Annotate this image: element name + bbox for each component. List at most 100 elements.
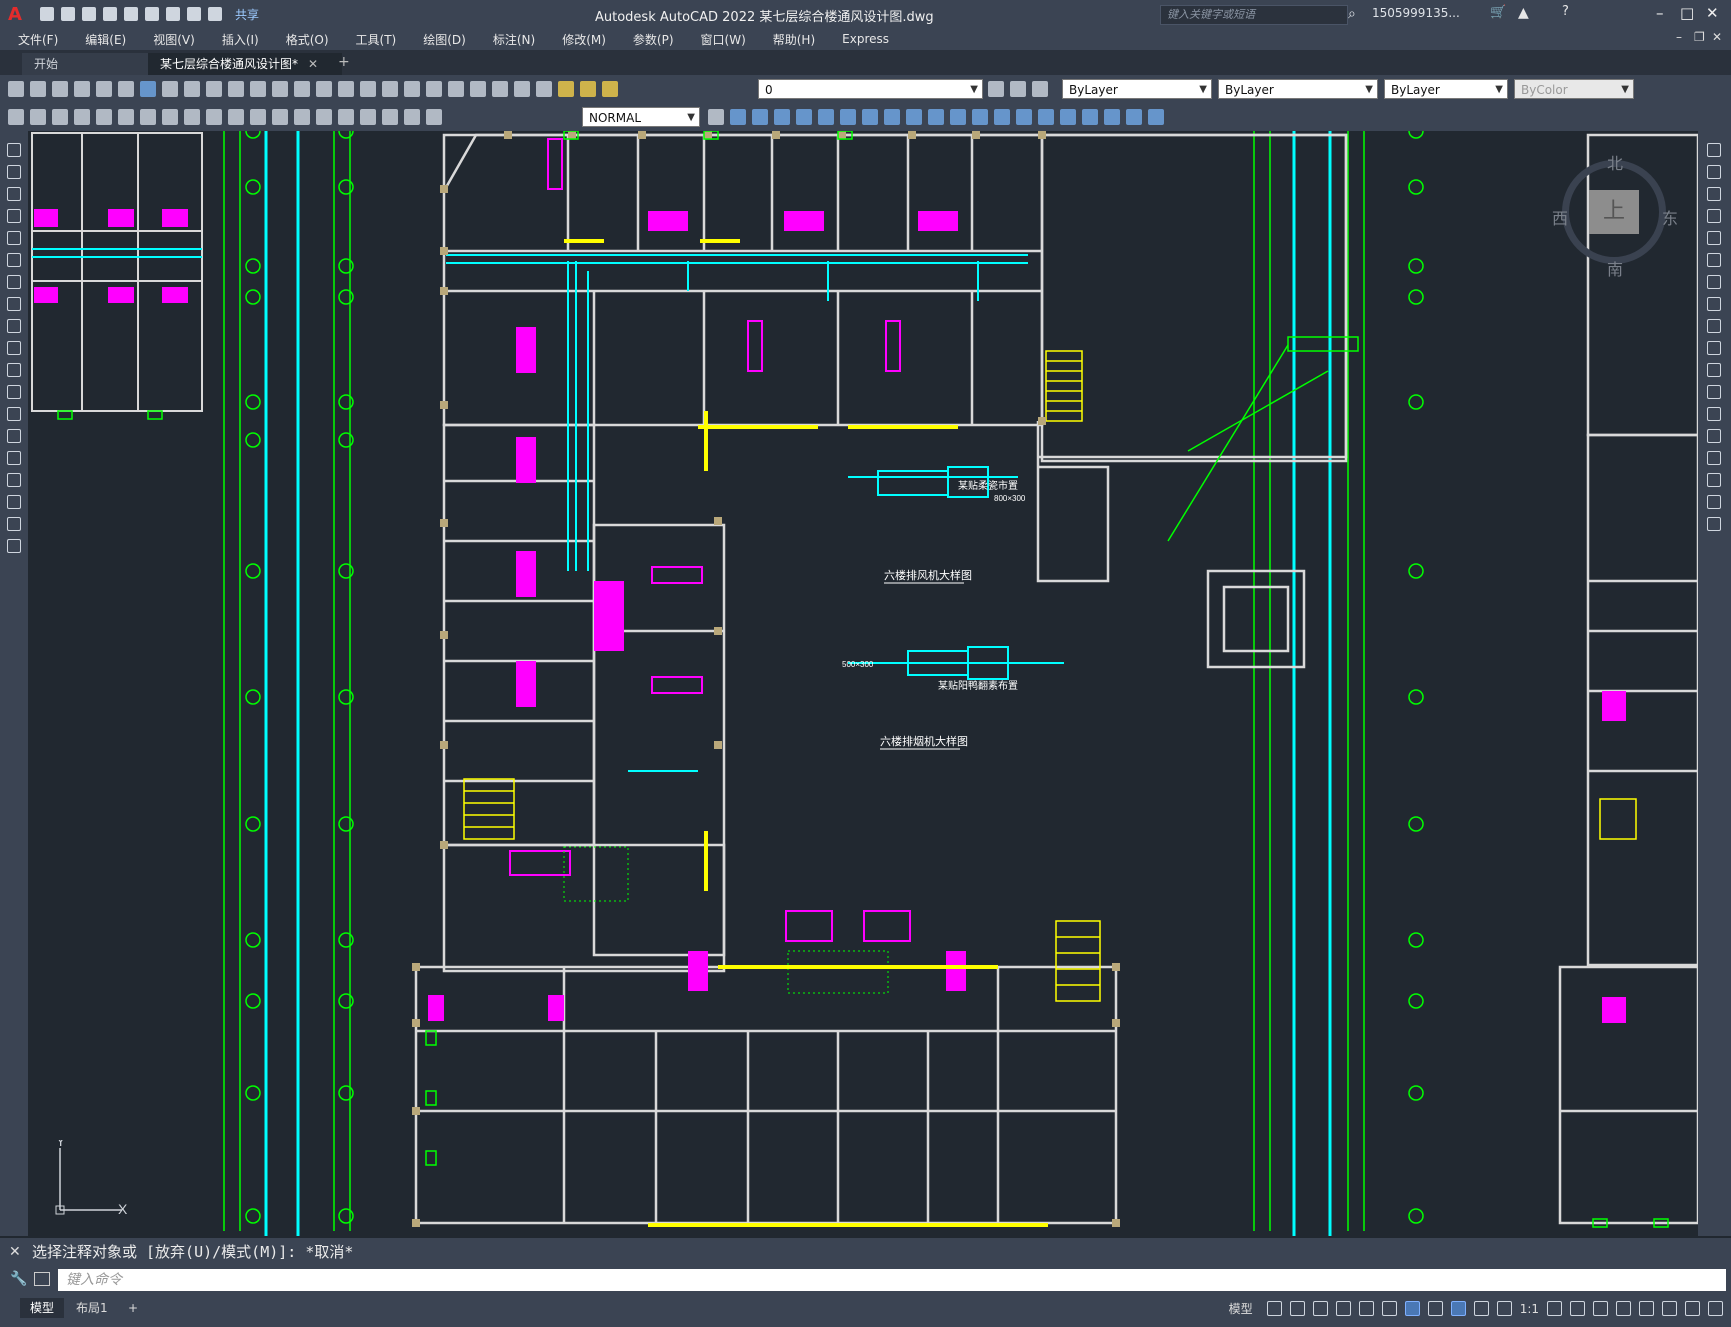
- help-button[interactable]: ?: [1562, 4, 1569, 19]
- open-web-icon[interactable]: [124, 7, 138, 21]
- lineweight-icon[interactable]: [1427, 1301, 1443, 1316]
- circle-icon[interactable]: [7, 275, 21, 289]
- make-current-layer-icon[interactable]: [988, 81, 1004, 97]
- inspection-icon[interactable]: [338, 109, 354, 125]
- gradient-icon[interactable]: [7, 473, 21, 487]
- model-space-toggle[interactable]: 模型: [1229, 1300, 1253, 1317]
- doc-close-icon[interactable]: ✕: [1712, 30, 1722, 44]
- annotation-scale-icon[interactable]: [1496, 1301, 1512, 1316]
- array-tool-icon[interactable]: [1707, 231, 1721, 245]
- menu-window[interactable]: 窗口(W): [701, 31, 746, 48]
- quick-dim-icon[interactable]: [184, 109, 200, 125]
- tab-model[interactable]: 模型: [20, 1298, 65, 1318]
- copy-object-icon[interactable]: [730, 109, 746, 125]
- compass-south[interactable]: 南: [1607, 256, 1623, 280]
- rotate-icon[interactable]: [840, 109, 856, 125]
- calculator-icon[interactable]: [492, 81, 508, 97]
- snap-icon[interactable]: [1289, 1301, 1305, 1316]
- save-icon[interactable]: [82, 7, 96, 21]
- help-icon[interactable]: [514, 81, 530, 97]
- erase-tool-icon[interactable]: [1707, 143, 1721, 157]
- hardware-acceleration-icon[interactable]: [1662, 1301, 1677, 1316]
- compass-east[interactable]: 东: [1662, 205, 1678, 229]
- mtext-icon[interactable]: [7, 539, 21, 553]
- fillet-icon[interactable]: [1016, 109, 1032, 125]
- workspace-gear-icon[interactable]: [1547, 1301, 1562, 1316]
- publish-icon[interactable]: [118, 81, 134, 97]
- viewcube-top-face[interactable]: 上: [1589, 190, 1639, 234]
- trim-icon[interactable]: [906, 109, 922, 125]
- draworder-icon[interactable]: [1126, 109, 1142, 125]
- dim-aligned-icon[interactable]: [30, 109, 46, 125]
- grid-icon[interactable]: [1266, 1301, 1282, 1316]
- chamfer-icon[interactable]: [994, 109, 1010, 125]
- ungroup-icon[interactable]: [1104, 109, 1120, 125]
- close-tab-icon[interactable]: ✕: [308, 57, 318, 71]
- menu-help[interactable]: 帮助(H): [773, 31, 815, 48]
- units-icon[interactable]: [1593, 1301, 1608, 1316]
- pan-icon[interactable]: [294, 81, 310, 97]
- dim-angular-icon[interactable]: [162, 109, 178, 125]
- rectangle-icon[interactable]: [7, 231, 21, 245]
- group-icon[interactable]: [1082, 109, 1098, 125]
- menu-view[interactable]: 视图(V): [153, 31, 195, 48]
- quick-properties-icon[interactable]: [1616, 1301, 1631, 1316]
- save-as-icon[interactable]: [103, 7, 117, 21]
- tab-start[interactable]: 开始: [22, 53, 154, 75]
- new-file-icon[interactable]: [40, 7, 54, 21]
- doc-restore-icon[interactable]: ❐: [1694, 30, 1705, 44]
- object-snap-tracking-icon[interactable]: [1381, 1301, 1397, 1316]
- revcloud-icon[interactable]: [7, 297, 21, 311]
- fillet-tool-icon[interactable]: [1707, 473, 1721, 487]
- sheet-set-icon[interactable]: [448, 81, 464, 97]
- search-input[interactable]: 键入关键字或短语: [1160, 5, 1348, 25]
- customization-menu-icon[interactable]: [1708, 1301, 1723, 1316]
- layer-lock-icon[interactable]: [602, 81, 618, 97]
- dim-update-icon[interactable]: [426, 109, 442, 125]
- share-button[interactable]: 共享: [235, 6, 259, 23]
- app-menu-button[interactable]: A: [8, 4, 26, 25]
- 3d-print-icon[interactable]: [140, 81, 156, 97]
- command-input[interactable]: 键入命令: [58, 1269, 1726, 1291]
- menu-format[interactable]: 格式(O): [286, 31, 329, 48]
- point-icon[interactable]: [7, 429, 21, 443]
- ellipse-arc-icon[interactable]: [7, 363, 21, 377]
- dim-space-icon[interactable]: [250, 109, 266, 125]
- blend-tool-icon[interactable]: [1707, 495, 1721, 509]
- isodraft-icon[interactable]: [1358, 1301, 1374, 1316]
- array-icon[interactable]: [796, 109, 812, 125]
- cart-icon[interactable]: 🛒: [1490, 5, 1506, 20]
- stretch-tool-icon[interactable]: [1707, 319, 1721, 333]
- auto-scale-icon[interactable]: [1473, 1301, 1489, 1316]
- open-icon[interactable]: [30, 81, 46, 97]
- offset-tool-icon[interactable]: [1707, 209, 1721, 223]
- offset-icon[interactable]: [774, 109, 790, 125]
- explode-icon[interactable]: [1038, 109, 1054, 125]
- dimstyle-manager-icon[interactable]: [708, 109, 724, 125]
- new-icon[interactable]: [8, 81, 24, 97]
- tab-layout1[interactable]: 布局1: [66, 1298, 118, 1318]
- add-layout-button[interactable]: +: [118, 1298, 148, 1318]
- dim-ordinate-icon[interactable]: [74, 109, 90, 125]
- ortho-icon[interactable]: [1312, 1301, 1328, 1316]
- layer-on-icon[interactable]: [558, 81, 574, 97]
- undo-icon[interactable]: [250, 81, 266, 97]
- plot-preview-icon[interactable]: [96, 81, 112, 97]
- save-web-icon[interactable]: [145, 7, 159, 21]
- annotation-scale-value[interactable]: 1:1: [1520, 1302, 1539, 1316]
- join-icon[interactable]: [972, 109, 988, 125]
- annotation-monitor-icon[interactable]: [1570, 1301, 1585, 1316]
- layer-properties-icon[interactable]: [536, 81, 552, 97]
- erase-icon[interactable]: [1060, 109, 1076, 125]
- user-account[interactable]: 1505999135...: [1372, 6, 1460, 20]
- dim-radius-icon[interactable]: [96, 109, 112, 125]
- break-icon[interactable]: [950, 109, 966, 125]
- tool-palettes-icon[interactable]: [426, 81, 442, 97]
- polygon-icon[interactable]: [7, 209, 21, 223]
- dim-edit-icon[interactable]: [382, 109, 398, 125]
- drawing-canvas[interactable]: 六楼排风机大样图 六楼排烟机大样图 某贴柔瓷市置 某贴阳鸭翻素布置 800×30…: [28, 131, 1698, 1236]
- redo-icon[interactable]: [208, 7, 222, 21]
- scale-tool-icon[interactable]: [1707, 297, 1721, 311]
- plot-icon[interactable]: [166, 7, 180, 21]
- center-mark-icon[interactable]: [316, 109, 332, 125]
